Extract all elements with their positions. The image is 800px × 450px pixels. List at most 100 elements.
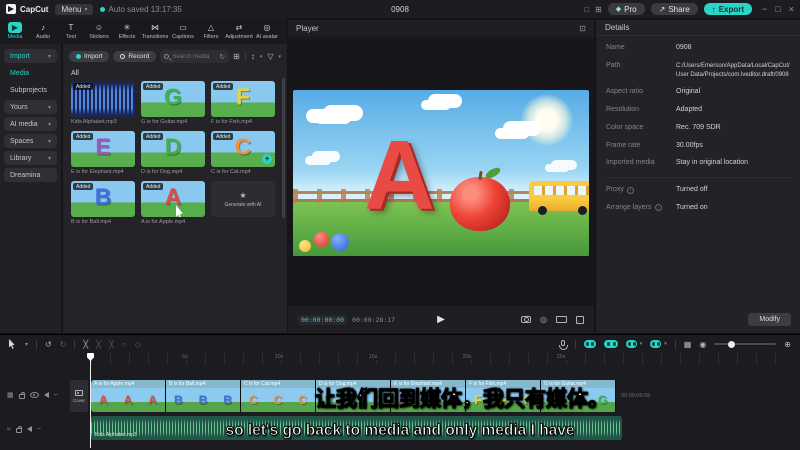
yellow-ball-graphic: [298, 240, 311, 253]
delete-right-icon[interactable]: ╳: [109, 340, 114, 349]
media-tile-c-is-for-cat-mp4[interactable]: C Added + C is for Cat.mp4: [211, 131, 275, 175]
tab-transitions[interactable]: ⋈ Transitions: [141, 22, 169, 40]
zoom-in-icon[interactable]: ⊕: [784, 340, 791, 349]
storyboard-icon[interactable]: ▦: [684, 340, 692, 349]
panel-layout-icon[interactable]: ⊞: [595, 5, 602, 14]
fullscreen-icon[interactable]: [576, 315, 584, 324]
filter-icon[interactable]: ▽: [267, 52, 273, 61]
search-input[interactable]: [172, 53, 217, 60]
timeline-clip-c-is-for-cat-mp4[interactable]: C is for Cat.mp4 C C C: [241, 380, 316, 412]
tab-adjustment[interactable]: ⇄ Adjustment: [225, 22, 253, 40]
media-tile-g-is-for-guitar-mp4[interactable]: G Added G is for Guitar.mp4: [141, 81, 205, 125]
voiceover-mic-icon[interactable]: [559, 339, 569, 350]
tab-text[interactable]: T Text: [57, 22, 85, 40]
link-toggle-icon[interactable]: [603, 340, 618, 348]
media-tile-kids-alphabet-mp3[interactable]: Added Kids Alphabet.mp3: [71, 81, 135, 125]
media-thumb[interactable]: A Added: [141, 181, 205, 217]
sidebar-item-subprojects[interactable]: Subprojects: [4, 83, 57, 97]
timeline-ruler[interactable]: 5s 10s 15s 20s 25s: [0, 353, 800, 365]
snapshot-icon[interactable]: [521, 316, 532, 323]
focus-icon[interactable]: ◎: [540, 315, 547, 324]
maximize-button[interactable]: □: [775, 4, 780, 14]
media-thumb[interactable]: C Added +: [211, 131, 275, 167]
timeline-clip-b-is-for-ball-mp4[interactable]: B is for Ball.mp4 B B B: [166, 380, 241, 412]
media-thumb[interactable]: B Added: [71, 181, 135, 217]
detach-player-icon[interactable]: ⊡: [579, 24, 586, 33]
media-thumb[interactable]: D Added: [141, 131, 205, 167]
modify-button[interactable]: Modify: [748, 313, 791, 326]
add-to-timeline-button[interactable]: +: [262, 154, 272, 164]
import-button[interactable]: Import: [69, 51, 110, 62]
preview-toggle-icon[interactable]: [625, 340, 637, 348]
collapse-track-icon[interactable]: −: [54, 392, 58, 399]
tab-effects[interactable]: ✳ Effects: [113, 22, 141, 40]
lock-track-icon[interactable]: [18, 392, 25, 399]
split-icon[interactable]: ╳: [83, 340, 88, 349]
play-button[interactable]: ▶: [437, 314, 445, 325]
tab-captions[interactable]: ▭ Captions: [169, 22, 197, 40]
hide-track-icon[interactable]: [29, 392, 39, 398]
media-tile-a-is-for-apple-mp4[interactable]: A Added A is for Apple.mp4: [141, 181, 205, 225]
export-button[interactable]: ↑ Export: [703, 3, 753, 15]
keyframe-icon[interactable]: ◇: [135, 340, 141, 349]
cover-button[interactable]: Cover: [70, 380, 88, 412]
playhead[interactable]: [87, 353, 94, 448]
share-button[interactable]: ↗ Share: [650, 3, 698, 15]
undo-icon[interactable]: ↺: [45, 340, 52, 349]
timeline-zoom-slider[interactable]: [714, 340, 777, 348]
tab-ai-avatar[interactable]: ◎ AI avatar: [253, 22, 281, 40]
close-button[interactable]: ×: [789, 4, 794, 14]
track-mode-toggle-icon[interactable]: [650, 340, 662, 348]
generate-with-ai-button[interactable]: ★ Generate with AI: [211, 181, 275, 217]
sidebar-item-ai-media[interactable]: AI media ▾: [4, 117, 57, 131]
record-button[interactable]: Record: [113, 51, 157, 62]
sidebar-item-dreamina[interactable]: Dreamina: [4, 168, 57, 182]
collapse-track-icon[interactable]: −: [37, 426, 41, 433]
layout-toggle-icon[interactable]: □: [584, 5, 589, 14]
chevron-down-icon[interactable]: ▾: [640, 341, 643, 347]
zoom-slider-knob[interactable]: [728, 340, 736, 348]
media-tile-b-is-for-ball-mp4[interactable]: B Added B is for Ball.mp4: [71, 181, 135, 225]
video-preview[interactable]: A: [293, 89, 589, 256]
select-tool-chevron-icon[interactable]: ▾: [25, 341, 28, 348]
clip-view-icon[interactable]: ▦: [7, 391, 14, 399]
grid-view-icon[interactable]: ⊞: [233, 52, 240, 61]
media-thumb[interactable]: Added: [71, 81, 135, 117]
media-scrollbar[interactable]: [282, 78, 285, 218]
sidebar-item-spaces[interactable]: Spaces ▾: [4, 134, 57, 148]
preview-quality-icon[interactable]: [556, 316, 567, 323]
delete-left-icon[interactable]: ╳: [96, 340, 101, 349]
media-tile-f-is-for-fish-mp4[interactable]: F Added F is for Fish.mp4: [211, 81, 275, 125]
media-tile-d-is-for-dog-mp4[interactable]: D Added D is for Dog.mp4: [141, 131, 205, 175]
snap-toggle-icon[interactable]: [583, 340, 596, 348]
pro-button[interactable]: ◆ Pro: [607, 3, 645, 15]
menu-button[interactable]: Menu ▾: [55, 3, 94, 15]
mute-track-icon[interactable]: [26, 426, 32, 432]
select-tool-icon[interactable]: [9, 339, 15, 349]
timeline-clip-a-is-for-apple-mp4[interactable]: A is for Apple.mp4 A A A: [91, 380, 166, 412]
redo-icon[interactable]: ↻: [60, 340, 67, 349]
media-tile-e-is-for-elephant-mp4[interactable]: E Added E is for Elephant.mp4: [71, 131, 135, 175]
tab-media[interactable]: ▶ Media: [1, 22, 29, 40]
search-box[interactable]: ↻: [160, 50, 230, 63]
media-tile-generate-with-ai[interactable]: ★ Generate with AI: [211, 181, 275, 225]
media-thumb[interactable]: E Added: [71, 131, 135, 167]
media-thumb[interactable]: F Added: [211, 81, 275, 117]
search-history-icon[interactable]: ↻: [219, 53, 225, 61]
sidebar-item-import[interactable]: Import ▾: [4, 49, 57, 63]
thumb-letter: E: [95, 133, 111, 160]
sidebar-item-yours[interactable]: Yours ▾: [4, 100, 57, 114]
sort-icon[interactable]: ↕: [251, 52, 255, 61]
minimize-button[interactable]: −: [762, 4, 767, 14]
media-thumb[interactable]: G Added: [141, 81, 205, 117]
mark-icon[interactable]: ○: [122, 340, 127, 349]
lock-track-icon[interactable]: [15, 426, 22, 433]
tab-audio[interactable]: ♪ Audio: [29, 22, 57, 40]
tab-filters[interactable]: △ Filters: [197, 22, 225, 40]
tab-stickers[interactable]: ☺ Stickers: [85, 22, 113, 40]
chevron-down-icon[interactable]: ▾: [664, 341, 667, 347]
mute-track-icon[interactable]: [43, 392, 49, 398]
sidebar-item-media[interactable]: Media: [4, 66, 57, 80]
sidebar-item-library[interactable]: Library ▾: [4, 151, 57, 165]
snapping-icon[interactable]: ◉: [699, 340, 706, 349]
